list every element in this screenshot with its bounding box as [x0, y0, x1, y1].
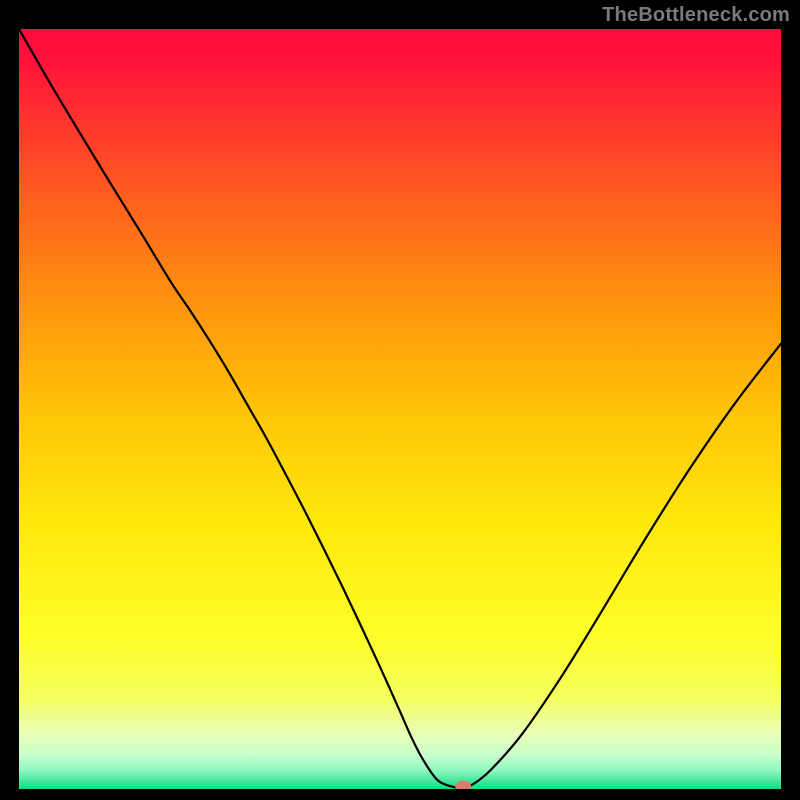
gradient-background [19, 29, 781, 789]
chart-stage: TheBottleneck.com [0, 0, 800, 800]
watermark-text: TheBottleneck.com [602, 4, 790, 27]
bottleneck-chart-svg [19, 29, 781, 789]
plot-area [19, 29, 781, 789]
